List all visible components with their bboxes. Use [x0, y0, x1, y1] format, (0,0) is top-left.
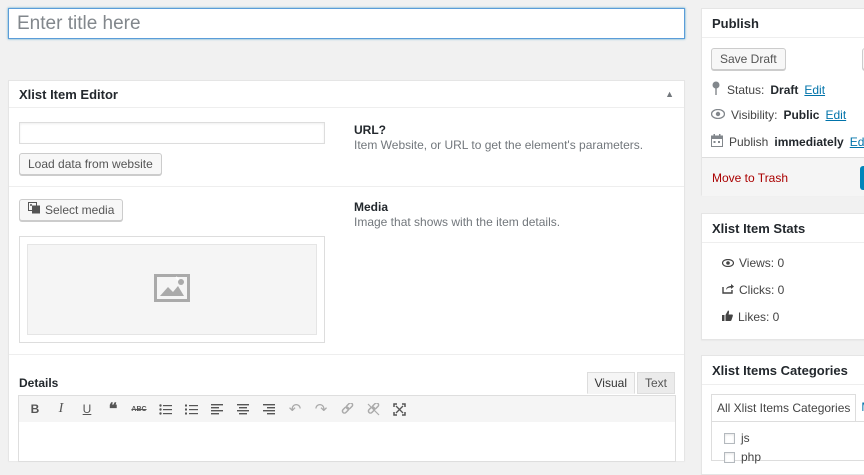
- views-row: Views: 0: [721, 256, 785, 270]
- category-item[interactable]: php: [724, 450, 761, 464]
- save-draft-button[interactable]: Save Draft: [711, 48, 786, 70]
- bold-icon[interactable]: B: [25, 399, 45, 419]
- category-item[interactable]: js: [724, 431, 750, 445]
- media-label: Media: [354, 200, 389, 214]
- category-label: php: [741, 450, 762, 464]
- publish-date-row: Publish immediately Edit: [711, 134, 864, 150]
- share-icon: [722, 283, 734, 297]
- status-row: Status: Draft Edit: [711, 81, 825, 98]
- publish-label: Publish: [729, 135, 769, 149]
- item-editor-title: Xlist Item Editor: [19, 87, 118, 102]
- load-data-button[interactable]: Load data from website: [19, 153, 162, 175]
- edit-status-link[interactable]: Edit: [804, 83, 825, 97]
- select-media-label: Select media: [45, 203, 115, 217]
- publish-box: Publish Save Draft Status: Draft Edit Vi…: [701, 8, 864, 196]
- align-center-icon[interactable]: [233, 399, 253, 419]
- categories-heading[interactable]: Xlist Items Categories: [702, 356, 864, 385]
- likes-stat: Likes: 0: [738, 310, 780, 324]
- url-description: Item Website, or URL to get the element'…: [354, 138, 644, 152]
- undo-icon[interactable]: ↶: [285, 399, 305, 419]
- unlink-icon[interactable]: [363, 399, 383, 419]
- tab-visual[interactable]: Visual: [586, 372, 635, 394]
- tab-text[interactable]: Text: [636, 372, 675, 394]
- pin-icon: [711, 81, 721, 98]
- clicks-row: Clicks: 0: [722, 283, 784, 297]
- url-input[interactable]: [19, 122, 325, 144]
- strikethrough-icon[interactable]: ABC: [129, 399, 149, 419]
- blockquote-icon[interactable]: ❝: [103, 399, 123, 419]
- tab-most-used[interactable]: Mo: [856, 394, 864, 422]
- collapse-toggle-icon[interactable]: ▲: [665, 81, 674, 108]
- content-editor-area[interactable]: [18, 422, 676, 462]
- publish-button[interactable]: [860, 166, 864, 190]
- stats-heading[interactable]: Xlist Item Stats: [702, 214, 864, 243]
- edit-publish-link[interactable]: Edit: [850, 135, 864, 149]
- category-tabs: All Xlist Items Categories Mo: [711, 394, 864, 422]
- media-description: Image that shows with the item details.: [354, 215, 561, 229]
- media-placeholder: [27, 244, 317, 335]
- media-icon: [28, 200, 41, 220]
- select-media-button[interactable]: Select media: [19, 199, 124, 221]
- views-stat: Views: 0: [739, 256, 785, 270]
- details-label: Details: [19, 376, 59, 390]
- visibility-value: Public: [783, 108, 820, 122]
- categories-box: Xlist Items Categories All Xlist Items C…: [701, 355, 864, 475]
- title-input[interactable]: [8, 8, 685, 39]
- redo-icon[interactable]: ↷: [311, 399, 331, 419]
- status-label: Status:: [727, 82, 765, 97]
- category-checkbox[interactable]: [724, 432, 735, 444]
- align-left-icon[interactable]: [207, 399, 227, 419]
- bullet-list-icon[interactable]: [155, 399, 175, 419]
- fullscreen-icon[interactable]: [389, 399, 409, 419]
- editor-tabs: Visual Text: [586, 372, 675, 394]
- item-editor-box: Xlist Item Editor ▲ Load data from websi…: [8, 80, 685, 462]
- align-right-icon[interactable]: [259, 399, 279, 419]
- clicks-stat: Clicks: 0: [739, 283, 785, 297]
- italic-icon[interactable]: I: [51, 399, 71, 419]
- eye-icon: [721, 256, 735, 270]
- editor-toolbar: B I U ❝ ABC ↶ ↷: [18, 395, 676, 423]
- details-row: Details Visual Text B I U ❝ ABC ↶ ↷: [9, 355, 684, 465]
- visibility-row: Visibility: Public Edit: [710, 108, 846, 122]
- tab-all-categories[interactable]: All Xlist Items Categories: [711, 394, 857, 422]
- item-stats-box: Xlist Item Stats Views: 0 Clicks: 0 Like…: [701, 213, 864, 340]
- move-to-trash-link[interactable]: Move to Trash: [712, 171, 788, 185]
- url-label: URL?: [354, 123, 386, 137]
- link-icon[interactable]: [337, 399, 357, 419]
- media-preview[interactable]: [19, 236, 325, 343]
- category-checklist: js php: [711, 421, 864, 464]
- eye-icon: [710, 108, 726, 122]
- publish-actions: Move to Trash: [702, 157, 864, 196]
- numbered-list-icon[interactable]: [181, 399, 201, 419]
- image-placeholder-icon: [154, 274, 190, 305]
- media-row: Select media Media Image that shows with…: [9, 187, 684, 355]
- category-label: js: [741, 431, 750, 445]
- thumbs-up-icon: [722, 310, 733, 324]
- status-value: Draft: [770, 82, 799, 97]
- item-editor-heading[interactable]: Xlist Item Editor ▲: [9, 81, 684, 108]
- underline-icon[interactable]: U: [77, 399, 97, 419]
- visibility-label: Visibility:: [731, 108, 778, 122]
- calendar-icon: [711, 134, 723, 150]
- url-row: Load data from website URL? Item Website…: [9, 109, 684, 187]
- publish-heading[interactable]: Publish: [702, 9, 864, 38]
- likes-row: Likes: 0: [722, 310, 779, 324]
- edit-visibility-link[interactable]: Edit: [825, 108, 846, 122]
- publish-value: immediately: [774, 135, 844, 149]
